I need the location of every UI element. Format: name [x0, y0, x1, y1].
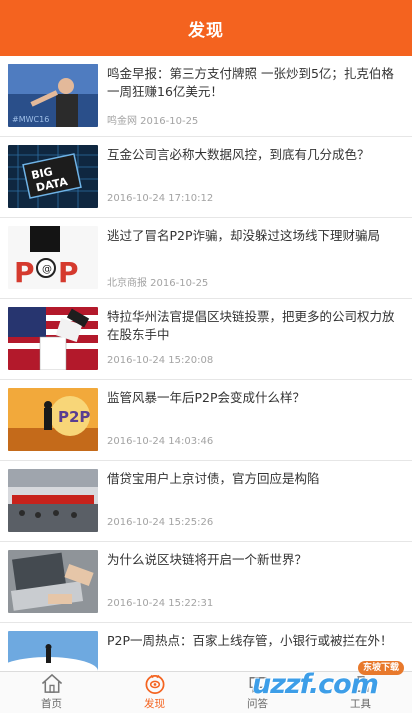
svg-text:P: P [58, 256, 79, 289]
article-item[interactable]: P @ P 逃过了冒名P2P诈骗，却没躲过这场线下理财骗局 北京商报 2016-… [0, 218, 412, 299]
article-title: 特拉华州法官提倡区块链投票，把更多的公司权力放在股东手中 [107, 309, 395, 342]
article-meta: 2016-10-24 17:10:12 [107, 193, 214, 204]
bottom-tab-bar: 首页 发现 问答 工具 [0, 671, 412, 713]
qa-icon [249, 677, 266, 693]
discover-icon [145, 674, 164, 694]
tab-tools[interactable]: 工具 [309, 672, 412, 713]
article-thumbnail: BIG DATA [8, 145, 98, 208]
article-meta: 北京商报 2016-10-25 [107, 278, 209, 289]
home-icon [41, 673, 62, 693]
tab-label: 工具 [350, 698, 371, 710]
article-thumbnail [8, 550, 98, 613]
article-meta: 2016-10-24 15:20:08 [107, 355, 214, 366]
article-meta: 2016-10-24 15:22:31 [107, 598, 214, 609]
article-title: 借贷宝用户上京讨债，官方回应是构陷 [107, 471, 320, 486]
article-title: 为什么说区块链将开启一个新世界？ [107, 552, 308, 567]
article-thumbnail: P @ P [8, 226, 98, 289]
tools-icon [353, 676, 368, 692]
article-title: 逃过了冒名P2P诈骗，却没躲过这场线下理财骗局 [107, 228, 381, 243]
article-thumbnail: #MWC16 [8, 64, 98, 127]
article-thumbnail [8, 631, 98, 671]
article-title: 互金公司言必称大数据风控，到底有几分成色？ [107, 147, 370, 162]
article-item[interactable]: 特拉华州法官提倡区块链投票，把更多的公司权力放在股东手中 2016-10-24 … [0, 299, 412, 380]
svg-text:@: @ [42, 264, 52, 275]
article-meta: 2016-10-24 14:03:46 [107, 436, 214, 447]
article-item[interactable]: #MWC16 鸣金早报：第三方支付牌照 一张炒到5亿；扎克伯格一周狂赚16亿美元… [0, 56, 412, 137]
article-item[interactable]: 借贷宝用户上京讨债，官方回应是构陷 2016-10-24 15:25:26 [0, 461, 412, 542]
article-meta: 2016-10-24 15:25:26 [107, 517, 214, 528]
article-item[interactable]: P2P 监管风暴一年后P2P会变成什么样？ 2016-10-24 14:03:4… [0, 380, 412, 461]
article-item[interactable]: P2P一周热点：百家上线存管，小银行或被拦在外！ [0, 623, 412, 671]
tab-home[interactable]: 首页 [0, 672, 103, 713]
tab-discover[interactable]: 发现 [103, 672, 206, 713]
page-title: 发现 [188, 20, 224, 41]
svg-text:P2P: P2P [58, 408, 90, 426]
tab-qa[interactable]: 问答 [206, 672, 309, 713]
article-meta: 鸣金网 2016-10-25 [107, 116, 199, 127]
article-thumbnail [8, 469, 98, 532]
svg-text:P: P [14, 256, 35, 289]
article-title: 鸣金早报：第三方支付牌照 一张炒到5亿；扎克伯格一周狂赚16亿美元！ [107, 66, 394, 99]
top-app-bar: 发现 [0, 0, 412, 56]
article-feed[interactable]: #MWC16 鸣金早报：第三方支付牌照 一张炒到5亿；扎克伯格一周狂赚16亿美元… [0, 56, 412, 671]
article-item[interactable]: 为什么说区块链将开启一个新世界？ 2016-10-24 15:22:31 [0, 542, 412, 623]
tab-label: 首页 [41, 698, 62, 710]
article-title: P2P一周热点：百家上线存管，小银行或被拦在外！ [107, 633, 393, 648]
article-thumbnail [8, 307, 98, 370]
svg-text:#MWC16: #MWC16 [12, 115, 49, 124]
article-item[interactable]: BIG DATA 互金公司言必称大数据风控，到底有几分成色？ 2016-10-2… [0, 137, 412, 218]
article-thumbnail: P2P [8, 388, 98, 451]
tab-label: 问答 [247, 698, 268, 710]
tab-label: 发现 [144, 698, 165, 710]
article-title: 监管风暴一年后P2P会变成什么样？ [107, 390, 306, 405]
